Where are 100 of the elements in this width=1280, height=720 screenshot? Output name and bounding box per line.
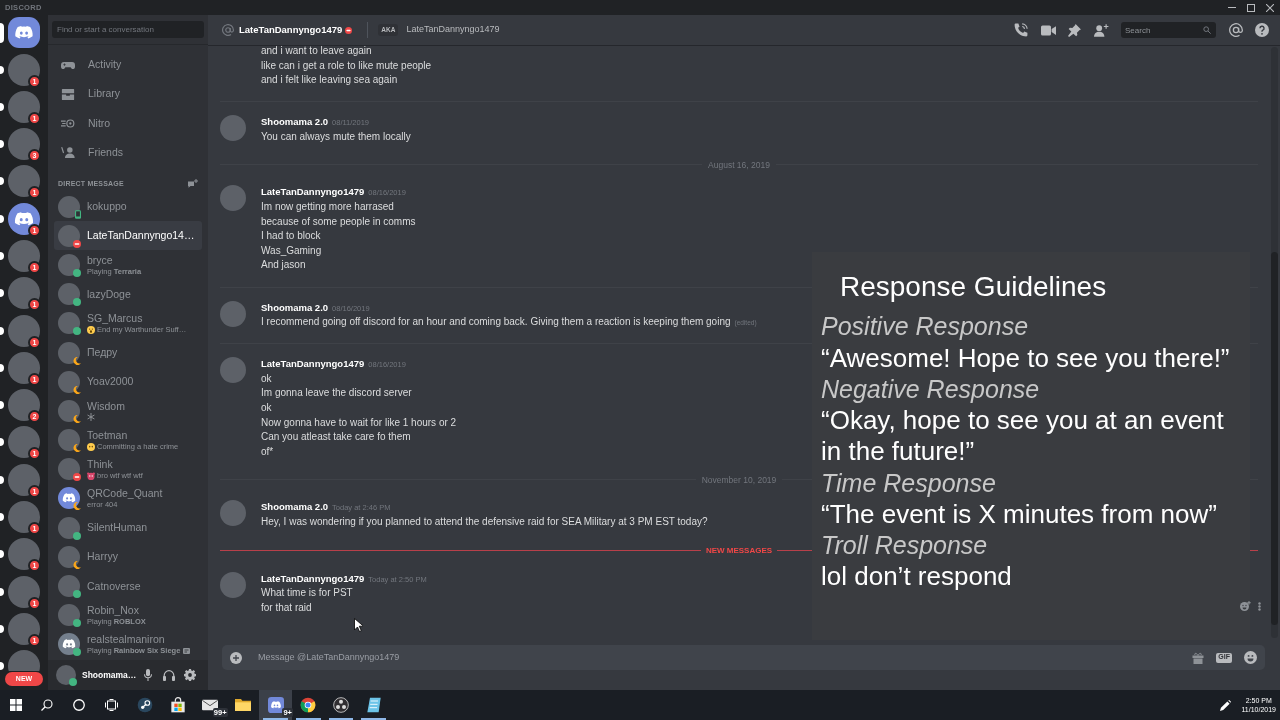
new-message-icon[interactable] xyxy=(188,179,198,189)
username[interactable]: Shoomama 2.0 xyxy=(261,300,329,316)
avatar-placeholder xyxy=(58,604,80,627)
conversation-name[interactable]: Toetman xyxy=(87,429,128,443)
more-options-icon[interactable] xyxy=(1258,602,1261,611)
browser-logo-icon[interactable] xyxy=(300,697,317,713)
headphones-icon[interactable] xyxy=(163,669,175,681)
pen-icon[interactable] xyxy=(1220,699,1232,711)
three-dots-circle-icon[interactable] xyxy=(332,697,349,713)
stacked-windows-icon[interactable] xyxy=(104,699,118,711)
search-field[interactable]: Search xyxy=(1121,22,1216,38)
username[interactable]: Shoomama 2.0 xyxy=(261,500,329,515)
conversation-name[interactable]: Yoav2000 xyxy=(87,375,134,389)
avatar-placeholder[interactable] xyxy=(8,501,40,534)
disc-lever-icon[interactable] xyxy=(136,697,153,713)
avatar-placeholder[interactable] xyxy=(8,53,40,86)
new-messages-label: NEW MESSAGES xyxy=(704,544,774,557)
discord-logo-icon[interactable] xyxy=(8,202,40,235)
close-icon[interactable] xyxy=(1266,3,1274,12)
message-text: for that raid xyxy=(261,600,312,615)
nav-link[interactable]: Library xyxy=(54,79,202,109)
search-icon[interactable] xyxy=(41,699,53,711)
scrollbar[interactable] xyxy=(1270,47,1278,638)
message-text: Now gonna have to wait for like 1 hours or 2 xyxy=(261,415,457,430)
blank-face-icon xyxy=(87,442,95,451)
nav-link[interactable]: Activity xyxy=(54,50,202,80)
conversation-name[interactable]: bryce xyxy=(87,253,113,267)
at-sign-icon[interactable] xyxy=(1228,23,1243,37)
aka-name: LateTanDannyngo1479 xyxy=(406,23,500,37)
snowflake-icon xyxy=(87,413,95,422)
video-camera-icon[interactable] xyxy=(1040,24,1056,36)
conversation-name[interactable]: kokuppo xyxy=(87,200,127,214)
conversation-search-field[interactable]: Find or start a conversation xyxy=(52,21,204,38)
avatar-placeholder[interactable] xyxy=(8,575,40,608)
phone-call-icon[interactable] xyxy=(1014,23,1028,37)
response-heading: Troll Response xyxy=(821,530,988,562)
avatar-placeholder[interactable] xyxy=(8,165,40,198)
conversation-name[interactable]: QRCode_Quant xyxy=(87,487,163,501)
avatar-placeholder[interactable] xyxy=(8,277,40,310)
help-icon[interactable] xyxy=(1255,23,1269,37)
conversation-name[interactable]: SilentHuman xyxy=(87,521,148,535)
avatar-placeholder[interactable] xyxy=(8,351,40,384)
avatar-placeholder xyxy=(58,224,80,247)
message-text: of* xyxy=(261,444,274,459)
grid-squares-icon[interactable] xyxy=(9,699,22,711)
emoji-face-icon xyxy=(87,471,95,480)
conversation-name[interactable]: Robin_Nox xyxy=(87,604,139,618)
conversation-name[interactable]: Harryy xyxy=(87,550,118,564)
conversation-name[interactable]: lazyDoge xyxy=(87,287,131,301)
conversation-name[interactable]: LateTanDannyngo14… xyxy=(87,229,195,243)
gift-icon[interactable] xyxy=(1192,651,1205,664)
conversation-name[interactable]: Catnoverse xyxy=(87,579,141,593)
pin-icon[interactable] xyxy=(1068,23,1081,37)
avatar-placeholder[interactable] xyxy=(8,612,40,645)
avatar-placeholder[interactable] xyxy=(8,389,40,422)
ring-icon[interactable] xyxy=(73,699,85,711)
username[interactable]: LateTanDannyngo1479 xyxy=(261,185,365,201)
avatar-placeholder xyxy=(58,312,80,335)
notepad-icon[interactable] xyxy=(365,697,382,713)
nav-link[interactable]: Nitro xyxy=(54,109,202,139)
shopping-bag-icon[interactable] xyxy=(169,697,186,713)
avatar-placeholder[interactable] xyxy=(8,463,40,496)
avatar-placeholder[interactable] xyxy=(8,426,40,459)
conversation-name[interactable]: Педру xyxy=(87,346,118,359)
folder-icon[interactable] xyxy=(234,697,251,713)
avatar-placeholder[interactable] xyxy=(8,240,40,272)
home-button[interactable] xyxy=(8,17,40,48)
avatar-placeholder[interactable] xyxy=(8,538,40,571)
avatar-placeholder xyxy=(58,575,80,597)
avatar-placeholder[interactable] xyxy=(8,90,40,123)
nav-link[interactable]: Friends xyxy=(54,138,202,168)
conversation-name[interactable]: Wisdom xyxy=(87,399,125,413)
emoji-icon[interactable] xyxy=(1244,651,1257,664)
scrollbar-thumb[interactable] xyxy=(1270,252,1278,625)
response-heading: Time Response xyxy=(821,467,996,499)
conversation-name[interactable]: SG_Marcus xyxy=(87,312,143,326)
response-text: “The event is X minutes from now” xyxy=(821,498,1217,531)
message-text: because of some people in comms xyxy=(261,214,416,229)
username[interactable]: LateTanDannyngo1479 xyxy=(261,357,365,372)
avatar-placeholder[interactable] xyxy=(8,128,40,161)
channel-title: LateTanDannyngo1479 xyxy=(239,22,343,37)
plus-circle-icon[interactable] xyxy=(230,651,242,664)
microphone-icon[interactable] xyxy=(144,669,152,681)
username[interactable]: Shoomama 2.0 xyxy=(261,115,329,130)
username[interactable]: LateTanDannyngo1479 xyxy=(261,571,365,587)
avatar-placeholder xyxy=(58,545,80,568)
message-text: Im now getting more harrased xyxy=(261,200,394,215)
add-friend-icon[interactable] xyxy=(1093,23,1109,37)
gamepad-icon xyxy=(61,59,75,71)
smiley-plus-icon[interactable] xyxy=(1240,601,1251,611)
avatar-placeholder[interactable] xyxy=(56,665,76,685)
avatar-placeholder[interactable] xyxy=(8,314,40,347)
box-icon xyxy=(61,88,75,100)
conversation-name[interactable]: Think xyxy=(87,458,113,472)
message-text: ok xyxy=(261,371,272,386)
settings-gear-icon[interactable] xyxy=(184,669,196,681)
message-input[interactable]: Message @LateTanDannyngo1479 xyxy=(258,650,1193,665)
message-text: I recommend going off discord for an hour and coming back. Giving them a reaction is keeping them going xyxy=(261,315,731,330)
conversation-name[interactable]: realstealmaniron xyxy=(87,633,165,647)
maximize-icon[interactable] xyxy=(1247,3,1255,12)
